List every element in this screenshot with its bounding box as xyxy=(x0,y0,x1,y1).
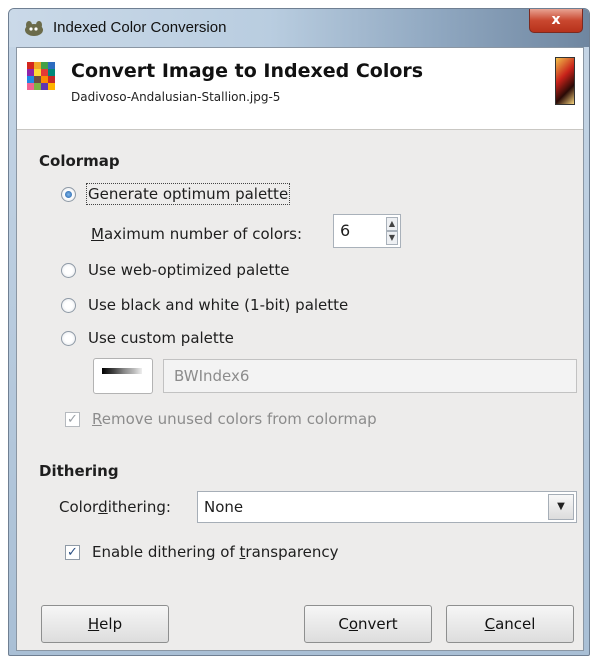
spin-up-icon[interactable]: ▲ xyxy=(386,217,398,231)
palette-preview-button[interactable] xyxy=(93,358,153,394)
radio-custom-palette[interactable] xyxy=(61,330,76,346)
color-dithering-label: Color d ithering: xyxy=(59,498,171,516)
radio-generate-optimum[interactable] xyxy=(61,186,76,202)
checkbox-remove-unused[interactable]: ✓ xyxy=(65,411,80,427)
option-dither-transparency[interactable]: ✓ Enable dithering of transparency xyxy=(65,543,339,561)
radio-web-optimized[interactable] xyxy=(61,262,76,278)
custom-palette-label: Use custom palette xyxy=(88,329,234,347)
image-name: Dadivoso-Andalusian-Stallion.jpg-5 xyxy=(71,90,281,104)
option-black-white[interactable]: Use black and white (1-bit) palette xyxy=(61,296,348,314)
cancel-button[interactable]: Cancel xyxy=(446,605,574,643)
close-icon: x xyxy=(551,12,561,28)
dithering-section-title: Dithering xyxy=(39,462,119,480)
max-colors-row: Maximum number of colors: xyxy=(91,225,302,243)
image-thumbnail xyxy=(555,57,575,105)
generate-optimum-label: Generate optimum palette xyxy=(85,183,291,205)
gimp-wilber-icon xyxy=(25,21,43,36)
option-remove-unused[interactable]: ✓ Remove unused colors from colormap xyxy=(65,410,377,428)
palette-name-field[interactable]: BWIndex6 xyxy=(163,359,577,393)
spin-down-icon[interactable]: ▼ xyxy=(386,231,398,245)
colormap-section-title: Colormap xyxy=(39,152,120,170)
option-generate-optimum[interactable]: Generate optimum palette xyxy=(61,183,291,205)
checkbox-dither-transparency[interactable]: ✓ xyxy=(65,544,80,560)
palette-strip xyxy=(102,368,142,374)
dialog-window: Indexed Color Conversion x Convert Image… xyxy=(8,8,590,656)
remove-unused-label: Remove unused colors from colormap xyxy=(92,410,377,428)
dither-transparency-label: Enable dithering of transparency xyxy=(92,543,339,561)
max-colors-label: Maximum number of colors: xyxy=(91,225,303,243)
web-optimized-label: Use web-optimized palette xyxy=(88,261,290,279)
help-button[interactable]: Help xyxy=(41,605,169,643)
chevron-down-icon[interactable]: ▼ xyxy=(548,494,574,520)
title-bar[interactable]: Indexed Color Conversion x xyxy=(9,9,589,47)
black-white-label: Use black and white (1-bit) palette xyxy=(88,296,349,314)
option-custom-palette[interactable]: Use custom palette xyxy=(61,329,234,347)
window-title: Indexed Color Conversion xyxy=(53,19,227,36)
color-dithering-value: None xyxy=(204,498,244,516)
color-dithering-select[interactable]: None ▼ xyxy=(197,491,577,523)
color-grid-icon xyxy=(27,62,55,90)
convert-button[interactable]: Convert xyxy=(304,605,432,643)
option-web-optimized[interactable]: Use web-optimized palette xyxy=(61,261,290,279)
radio-black-white[interactable] xyxy=(61,297,76,313)
dialog-body: Convert Image to Indexed Colors Dadivoso… xyxy=(16,47,584,651)
max-colors-value: 6 xyxy=(340,221,351,240)
max-colors-spinner[interactable]: 6 ▲ ▼ xyxy=(333,214,401,248)
dialog-heading: Convert Image to Indexed Colors xyxy=(71,60,424,82)
close-button[interactable]: x xyxy=(529,9,583,33)
dialog-header: Convert Image to Indexed Colors Dadivoso… xyxy=(17,48,583,130)
